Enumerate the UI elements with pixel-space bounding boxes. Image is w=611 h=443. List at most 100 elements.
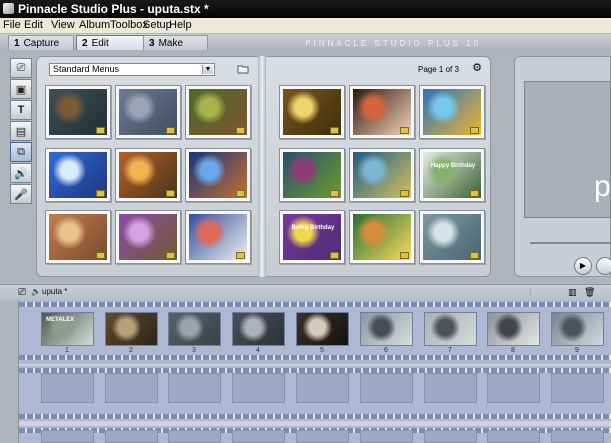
menu-thumbnail[interactable] [419, 210, 485, 264]
sprocket-strip-bottom [19, 414, 611, 419]
menu-view[interactable]: View [51, 19, 75, 31]
play-icon: ▶ [579, 261, 587, 270]
storyboard-frame[interactable] [232, 312, 285, 346]
empty-storyboard-slot[interactable] [168, 373, 221, 403]
audio-view-icon[interactable]: 🔈 [31, 287, 41, 296]
chevron-down-icon[interactable]: ▼ [202, 65, 213, 74]
photos-tab[interactable]: ▤ [10, 121, 32, 141]
menu-thumbnail[interactable] [349, 148, 415, 202]
movie-window-toolbar: ⎚ 🔈 ⫶ ▥ 🗑 [0, 284, 611, 301]
preview-scrubber[interactable] [530, 242, 611, 244]
sprocket-strip-top [19, 302, 611, 307]
menu-badge-icon [96, 127, 105, 134]
titles-tab[interactable]: T [10, 100, 32, 120]
menu-badge-icon [96, 190, 105, 197]
storyboard-frame[interactable] [105, 312, 158, 346]
empty-storyboard-slot[interactable] [296, 373, 349, 403]
play-button[interactable]: ▶ [574, 257, 592, 275]
menu-thumbnail[interactable] [185, 85, 251, 139]
storyboard-frame[interactable]: METALEX [41, 312, 94, 346]
menu-help[interactable]: Help [169, 19, 192, 31]
empty-storyboard-slot[interactable] [360, 430, 413, 443]
menu-thumbnail[interactable] [45, 85, 111, 139]
menu-file[interactable]: File [3, 19, 21, 31]
transitions-tab[interactable]: ▣ [10, 79, 32, 99]
menu-thumbnail[interactable] [45, 148, 111, 202]
menu-album[interactable]: Album [79, 19, 110, 31]
menu-edit[interactable]: Edit [24, 19, 43, 31]
brand-label: PINNACLE STUDIO PLUS 10 [305, 39, 481, 48]
tab-edit[interactable]: 2 Edit [76, 35, 144, 50]
project-name: uputa * [42, 287, 68, 296]
frame-number: 2 [129, 347, 133, 354]
empty-storyboard-slot[interactable] [551, 373, 604, 403]
storyboard-frame[interactable] [360, 312, 413, 346]
sound-effects-tab[interactable]: 🔊 [10, 163, 32, 183]
empty-storyboard-slot[interactable] [487, 373, 540, 403]
menu-setup[interactable]: Setup [143, 19, 172, 31]
sprocket-strip-bottom [19, 355, 611, 360]
next-frame-button[interactable] [596, 257, 611, 275]
empty-storyboard-slot[interactable] [105, 430, 158, 443]
tab-capture[interactable]: 1 Capture [8, 35, 74, 50]
menu-badge-icon [400, 127, 409, 134]
menu-thumbnail[interactable]: Happy Birthday [419, 148, 485, 202]
menu-badge-icon [400, 252, 409, 259]
menu-thumbnail[interactable] [349, 85, 415, 139]
menu-thumbnail-caption: Happy Birthday [430, 163, 476, 169]
gear-icon[interactable]: ⚙ [471, 62, 483, 74]
menu-badge-icon [330, 190, 339, 197]
music-tab[interactable]: 🎤 [10, 184, 32, 204]
title-bar: Pinnacle Studio Plus - uputa.stx * [0, 0, 611, 18]
split-icon[interactable]: ▥ [568, 287, 577, 298]
menu-badge-icon [330, 252, 339, 259]
menu-thumbnail[interactable] [349, 210, 415, 264]
frame-number: 3 [192, 347, 196, 354]
empty-storyboard-slot[interactable] [232, 430, 285, 443]
menu-thumbnail[interactable]: Being Birthday [279, 210, 345, 264]
empty-storyboard-slot[interactable] [105, 373, 158, 403]
menu-thumbnail[interactable] [115, 210, 181, 264]
menu-thumbnail[interactable] [279, 85, 345, 139]
empty-storyboard-slot[interactable] [424, 430, 477, 443]
menu-thumbnail[interactable] [115, 85, 181, 139]
folder-icon[interactable] [237, 63, 249, 74]
empty-storyboard-slot[interactable] [424, 373, 477, 403]
empty-storyboard-slot[interactable] [296, 430, 349, 443]
empty-storyboard-slot[interactable] [41, 430, 94, 443]
storyboard-frame[interactable] [424, 312, 477, 346]
tab-make-movie[interactable]: 3Make Movie [143, 35, 208, 64]
menu-badge-icon [330, 127, 339, 134]
menu-badge-icon [470, 252, 479, 259]
menu-thumbnail[interactable] [115, 148, 181, 202]
menu-thumbnail-caption: Being Birthday [291, 225, 335, 231]
empty-storyboard-slot[interactable] [360, 373, 413, 403]
empty-storyboard-slot[interactable] [41, 373, 94, 403]
album-section-dropdown[interactable]: Standard Menus ▼ [49, 63, 215, 76]
storyboard-frame[interactable] [168, 312, 221, 346]
trash-icon[interactable]: 🗑 [584, 287, 595, 298]
album-spine [258, 56, 266, 277]
menu-badge-icon [236, 190, 245, 197]
storyboard-frame[interactable] [296, 312, 349, 346]
menu-thumbnail[interactable] [185, 148, 251, 202]
empty-storyboard-slot[interactable] [551, 430, 604, 443]
menu-thumbnail[interactable] [419, 85, 485, 139]
empty-storyboard-slot[interactable] [168, 430, 221, 443]
tab-edit-number: 2 [82, 38, 88, 49]
disc-menus-tab[interactable]: ⧉ [10, 142, 32, 162]
empty-storyboard-slot[interactable] [487, 430, 540, 443]
menu-badge-icon [400, 190, 409, 197]
storyboard-frame[interactable] [487, 312, 540, 346]
video-scenes-tab[interactable]: ⎚ [10, 58, 32, 78]
storyboard-frame[interactable] [551, 312, 604, 346]
menu-thumbnail[interactable] [279, 148, 345, 202]
frame-number: 6 [384, 347, 388, 354]
empty-storyboard-slot[interactable] [232, 373, 285, 403]
menu-thumbnail[interactable] [45, 210, 111, 264]
menu-thumbnail[interactable] [185, 210, 251, 264]
preview-text: p [594, 170, 611, 203]
storyboard-view-icon[interactable]: ⎚ [18, 287, 26, 298]
tab-capture-number: 1 [14, 38, 20, 49]
audio-toolbox-icon[interactable]: ⫶ [529, 287, 531, 298]
